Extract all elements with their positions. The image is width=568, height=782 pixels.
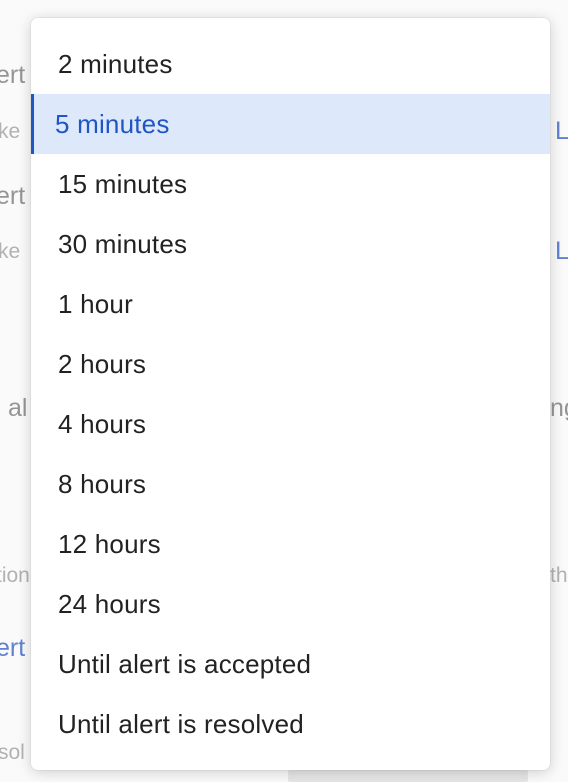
bg-link-alert[interactable]: ert	[0, 636, 25, 661]
bg-text-al: al	[8, 394, 28, 422]
option-1-hour[interactable]: 1 hour	[31, 274, 550, 334]
bg-text-linked-1: ke	[0, 120, 21, 143]
duration-options-list: 2 minutes 5 minutes 15 minutes 30 minute…	[31, 18, 550, 754]
option-24-hours[interactable]: 24 hours	[31, 574, 550, 634]
option-30-minutes[interactable]: 30 minutes	[31, 214, 550, 274]
option-8-hours[interactable]: 8 hours	[31, 454, 550, 514]
bg-text-alert-2: ert	[0, 182, 26, 210]
option-until-resolved[interactable]: Until alert is resolved	[31, 694, 550, 754]
bg-text-th: th	[550, 564, 568, 587]
option-15-minutes[interactable]: 15 minutes	[31, 154, 550, 214]
bg-button-edge	[288, 770, 528, 782]
bg-text-linked-2: ke	[0, 240, 21, 263]
bg-link-1[interactable]: L	[555, 119, 568, 144]
option-2-minutes[interactable]: 2 minutes	[31, 34, 550, 94]
option-4-hours[interactable]: 4 hours	[31, 394, 550, 454]
bg-text-ng: ng	[550, 394, 568, 422]
option-until-accepted[interactable]: Until alert is accepted	[31, 634, 550, 694]
bg-text-sol: sol	[0, 741, 25, 764]
bg-text-alert-1: ert	[0, 61, 26, 89]
option-5-minutes[interactable]: 5 minutes	[31, 94, 550, 154]
bg-text-tion: tion	[0, 564, 30, 587]
bg-link-2[interactable]: L	[555, 239, 568, 264]
option-12-hours[interactable]: 12 hours	[31, 514, 550, 574]
option-2-hours[interactable]: 2 hours	[31, 334, 550, 394]
duration-dropdown-menu[interactable]: 2 minutes 5 minutes 15 minutes 30 minute…	[31, 18, 550, 770]
